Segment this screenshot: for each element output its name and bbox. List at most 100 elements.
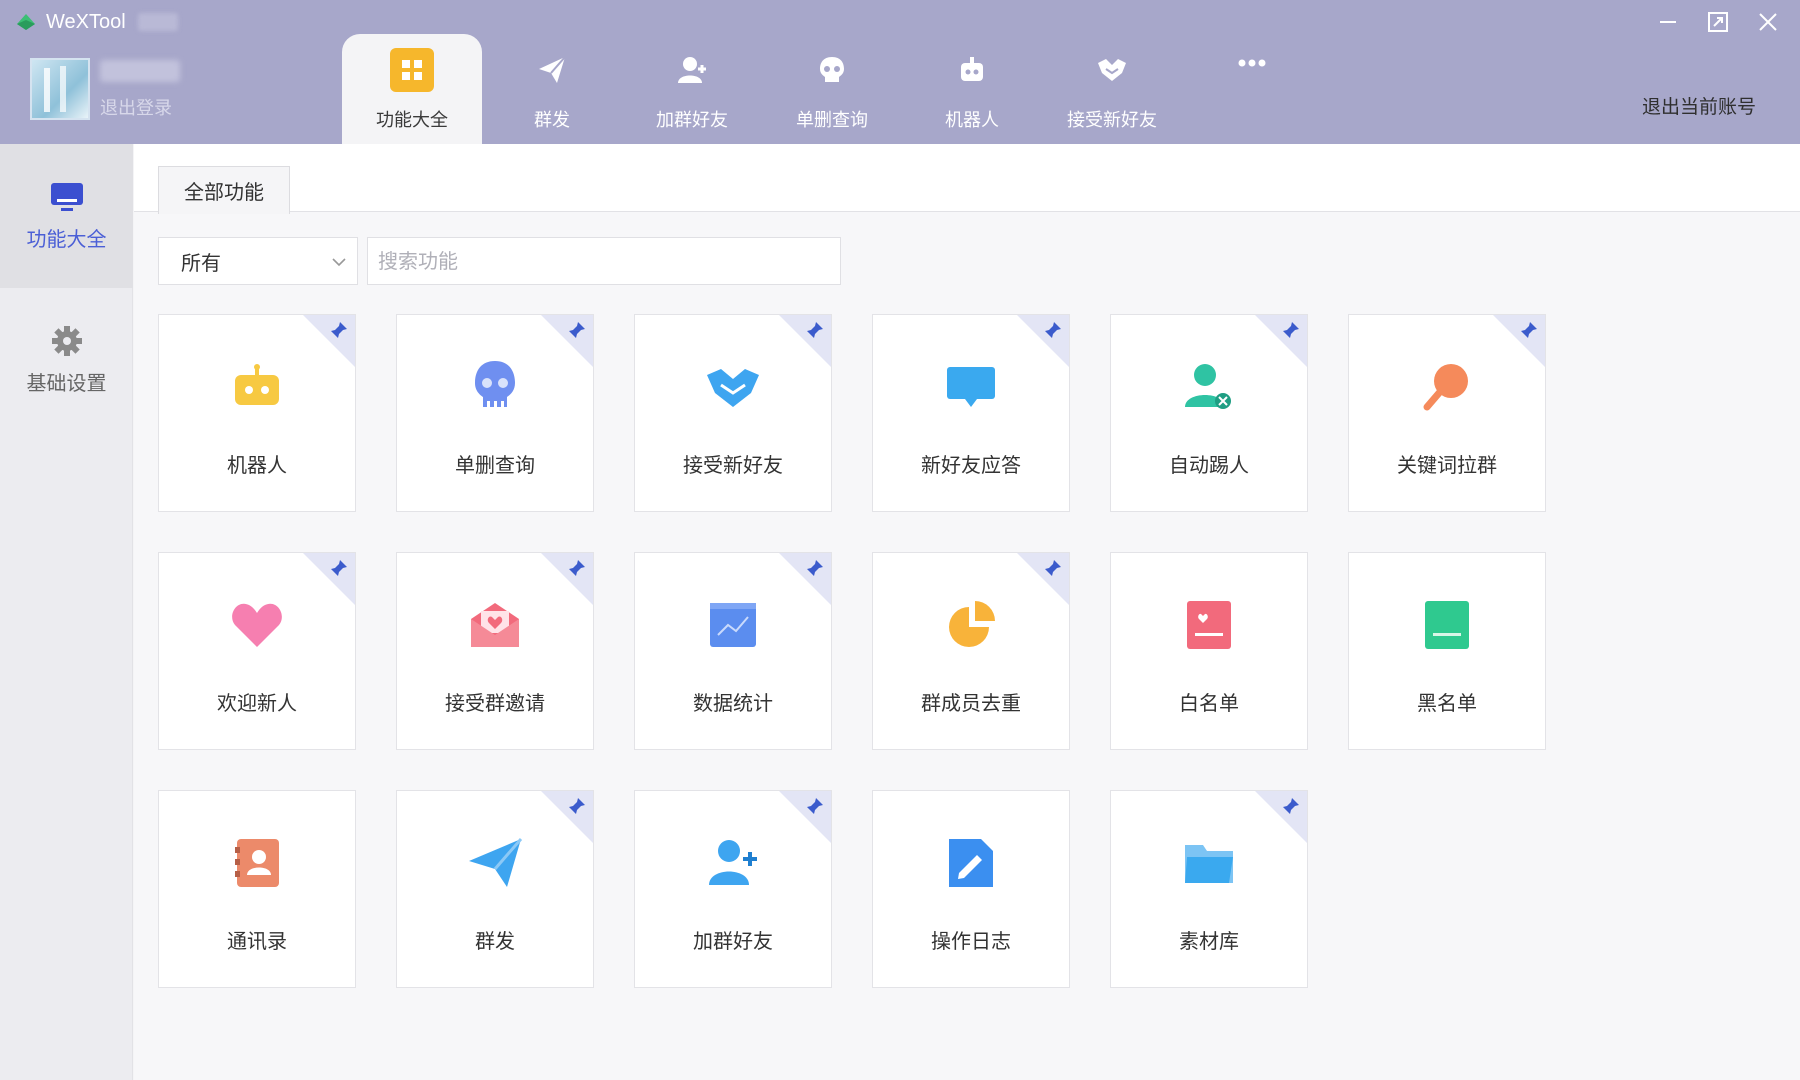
more-icon xyxy=(1238,59,1266,67)
function-card-label: 新好友应答 xyxy=(921,453,1021,477)
function-card[interactable]: 数据统计 xyxy=(634,552,832,750)
function-card-label: 白名单 xyxy=(1179,691,1239,715)
tab-single-delete-query[interactable]: 单删查询 xyxy=(762,34,902,144)
function-card[interactable]: 关键词拉群 xyxy=(1348,314,1546,512)
more-tabs-button[interactable] xyxy=(1182,34,1322,144)
logout-link[interactable]: 退出登录 xyxy=(100,94,172,120)
pin-icon[interactable] xyxy=(1044,559,1064,579)
tab-label: 接受新好友 xyxy=(1067,110,1157,131)
robot-icon xyxy=(227,357,287,417)
pin-icon[interactable] xyxy=(1520,321,1540,341)
function-card[interactable]: 加群好友 xyxy=(634,790,832,988)
search-keyword-icon xyxy=(1417,357,1477,417)
tab-label: 机器人 xyxy=(945,110,999,131)
tab-robot[interactable]: 机器人 xyxy=(902,34,1042,144)
tab-function-all[interactable]: 功能大全 xyxy=(342,34,482,144)
window-controls xyxy=(1656,10,1780,34)
content-tab-strip: 全部功能 xyxy=(134,144,1800,214)
main-content: 全部功能 所有 机器人 单删查询 接受新好友 新好友应答 自动踢人 关键词拉群欢迎新人 接受… xyxy=(134,144,1800,1080)
sidebar-item-function-all[interactable]: 功能大全 xyxy=(0,144,133,288)
tab-label: 功能大全 xyxy=(376,110,448,131)
function-card[interactable]: 黑名单 xyxy=(1348,552,1546,750)
function-card-label: 自动踢人 xyxy=(1169,453,1249,477)
send-icon xyxy=(530,48,574,92)
grid-icon xyxy=(390,48,434,92)
top-tabs: 功能大全 群发 加群好友 单删查询 机器人 接受新好友 xyxy=(342,34,1322,144)
pin-icon[interactable] xyxy=(806,321,826,341)
function-card[interactable]: 单删查询 xyxy=(396,314,594,512)
function-card[interactable]: 群成员去重 xyxy=(872,552,1070,750)
logo-row: WeXTool xyxy=(14,10,178,34)
pin-icon[interactable] xyxy=(568,321,588,341)
function-card-label: 黑名单 xyxy=(1417,691,1477,715)
minimize-button[interactable] xyxy=(1656,10,1680,34)
function-card[interactable]: 白名单 xyxy=(1110,552,1308,750)
minimize-icon xyxy=(1660,21,1676,23)
chart-icon xyxy=(703,595,763,655)
function-card-label: 群发 xyxy=(475,929,515,953)
pin-icon[interactable] xyxy=(1282,797,1302,817)
category-select-value: 所有 xyxy=(181,250,221,275)
function-card[interactable]: 操作日志 xyxy=(872,790,1070,988)
function-card[interactable]: 新好友应答 xyxy=(872,314,1070,512)
pin-icon[interactable] xyxy=(330,559,350,579)
pin-icon[interactable] xyxy=(1282,321,1302,341)
chevron-down-icon xyxy=(332,258,346,267)
pin-icon[interactable] xyxy=(330,321,350,341)
heart-icon xyxy=(227,595,287,655)
skull-icon xyxy=(810,48,854,92)
contacts-icon xyxy=(227,833,287,893)
folder-icon xyxy=(1179,833,1239,893)
pin-icon[interactable] xyxy=(1044,321,1064,341)
function-card[interactable]: 素材库 xyxy=(1110,790,1308,988)
chat-icon xyxy=(941,357,1001,417)
function-card-label: 通讯录 xyxy=(227,929,287,953)
sidebar-item-label: 功能大全 xyxy=(26,226,107,251)
function-card[interactable]: 接受新好友 xyxy=(634,314,832,512)
user-name-redacted xyxy=(100,60,180,82)
function-card[interactable]: 群发 xyxy=(396,790,594,988)
function-card[interactable]: 机器人 xyxy=(158,314,356,512)
handshake-icon xyxy=(703,357,763,417)
function-card-label: 欢迎新人 xyxy=(217,691,297,715)
search-input[interactable] xyxy=(367,237,841,285)
tab-all-functions[interactable]: 全部功能 xyxy=(158,166,290,214)
close-icon xyxy=(1759,13,1777,31)
tab-add-group-friends[interactable]: 加群好友 xyxy=(622,34,762,144)
pin-icon[interactable] xyxy=(806,559,826,579)
function-card-label: 单删查询 xyxy=(455,453,535,477)
blacklist-icon xyxy=(1417,595,1477,655)
sidebar-item-basic-settings[interactable]: 基础设置 xyxy=(0,288,133,432)
function-card-label: 数据统计 xyxy=(693,691,773,715)
edit-log-icon xyxy=(941,833,1001,893)
maximize-icon xyxy=(1708,12,1728,32)
avatar[interactable] xyxy=(30,58,90,120)
maximize-button[interactable] xyxy=(1706,10,1730,34)
pin-icon[interactable] xyxy=(568,797,588,817)
kick-user-icon xyxy=(1179,357,1239,417)
function-grid: 机器人 单删查询 接受新好友 新好友应答 自动踢人 关键词拉群 欢迎新人 接受群邀请 数据统计群… xyxy=(158,314,1546,1014)
function-card-label: 关键词拉群 xyxy=(1397,453,1497,477)
function-card[interactable]: 自动踢人 xyxy=(1110,314,1308,512)
function-card[interactable]: 接受群邀请 xyxy=(396,552,594,750)
pin-icon[interactable] xyxy=(568,559,588,579)
function-card-label: 素材库 xyxy=(1179,929,1239,953)
add-friend-icon xyxy=(703,833,763,893)
function-card-label: 群成员去重 xyxy=(921,691,1021,715)
function-card-label: 接受新好友 xyxy=(683,453,783,477)
app-title: WeXTool xyxy=(46,10,126,33)
mail-heart-icon xyxy=(465,595,525,655)
function-card-label: 机器人 xyxy=(227,453,287,477)
handshake-icon xyxy=(1090,48,1134,92)
gear-icon xyxy=(51,325,82,356)
logout-account-button[interactable]: 退出当前账号 xyxy=(1642,92,1756,119)
tab-mass-send[interactable]: 群发 xyxy=(482,34,622,144)
tab-accept-new-friends[interactable]: 接受新好友 xyxy=(1042,34,1182,144)
pin-icon[interactable] xyxy=(806,797,826,817)
function-card[interactable]: 欢迎新人 xyxy=(158,552,356,750)
close-button[interactable] xyxy=(1756,10,1780,34)
monitor-icon xyxy=(50,182,83,211)
tab-label: 单删查询 xyxy=(796,110,868,131)
category-select[interactable]: 所有 xyxy=(158,237,358,285)
function-card[interactable]: 通讯录 xyxy=(158,790,356,988)
